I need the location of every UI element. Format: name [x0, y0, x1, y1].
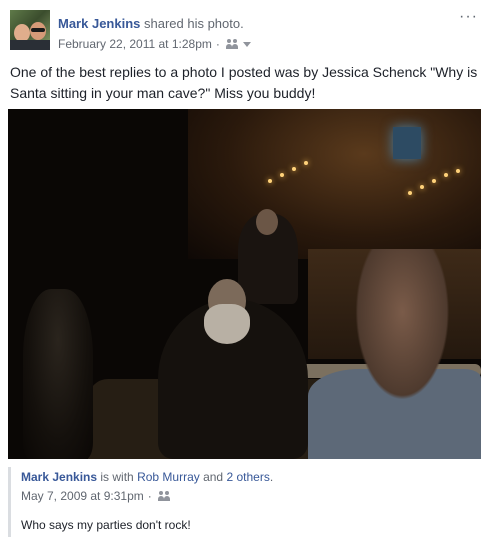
friends-icon[interactable]	[225, 39, 240, 49]
chevron-down-icon[interactable]	[242, 41, 251, 47]
post-title-line: Mark Jenkins shared his photo.	[58, 16, 244, 31]
more-options-button[interactable]: ···	[459, 9, 478, 25]
meta-separator: ·	[215, 37, 220, 51]
photo-person-standing-head	[256, 209, 278, 235]
post-header: Mark Jenkins shared his photo. February …	[10, 9, 480, 54]
shared-and-text: and	[199, 470, 227, 484]
shared-action-text: shared his	[140, 16, 208, 31]
shared-meta: May 7, 2009 at 9:31pm ·	[21, 489, 172, 503]
post-text: One of the best replies to a photo I pos…	[10, 64, 478, 101]
avatar-shirt	[10, 40, 50, 50]
photo-tv	[393, 127, 421, 159]
shared-end-period: .	[269, 470, 274, 484]
post-photo[interactable]	[8, 109, 481, 459]
avatar-sunglasses	[31, 28, 45, 32]
photo-person-right	[338, 249, 481, 459]
shared-title-line: Mark Jenkins is with Rob Murray and 2 ot…	[21, 470, 273, 484]
tagged-others-link[interactable]: 2 others	[226, 470, 269, 484]
post-timestamp-link[interactable]: February 22, 2011 at 1:28pm	[58, 37, 212, 51]
shared-author-link[interactable]: Mark Jenkins	[21, 470, 97, 484]
friends-icon[interactable]	[157, 491, 172, 501]
shared-meta-separator: ·	[147, 489, 152, 503]
shared-timestamp-link[interactable]: May 7, 2009 at 9:31pm	[21, 489, 144, 503]
photo-beard	[204, 304, 250, 344]
shared-caption: Who says my parties don't rock!	[21, 518, 191, 532]
action-period: .	[240, 16, 244, 31]
shared-original-post: Mark Jenkins is with Rob Murray and 2 ot…	[8, 467, 483, 537]
post-meta: February 22, 2011 at 1:28pm ·	[58, 37, 251, 51]
tagged-person-link[interactable]: Rob Murray	[137, 470, 200, 484]
photo-person-left	[23, 289, 93, 459]
photo-link[interactable]: photo	[208, 16, 241, 31]
photo-string-lights	[258, 139, 468, 199]
shared-with-text: is with	[97, 470, 138, 484]
author-name-link[interactable]: Mark Jenkins	[58, 16, 140, 31]
avatar[interactable]	[10, 10, 50, 50]
